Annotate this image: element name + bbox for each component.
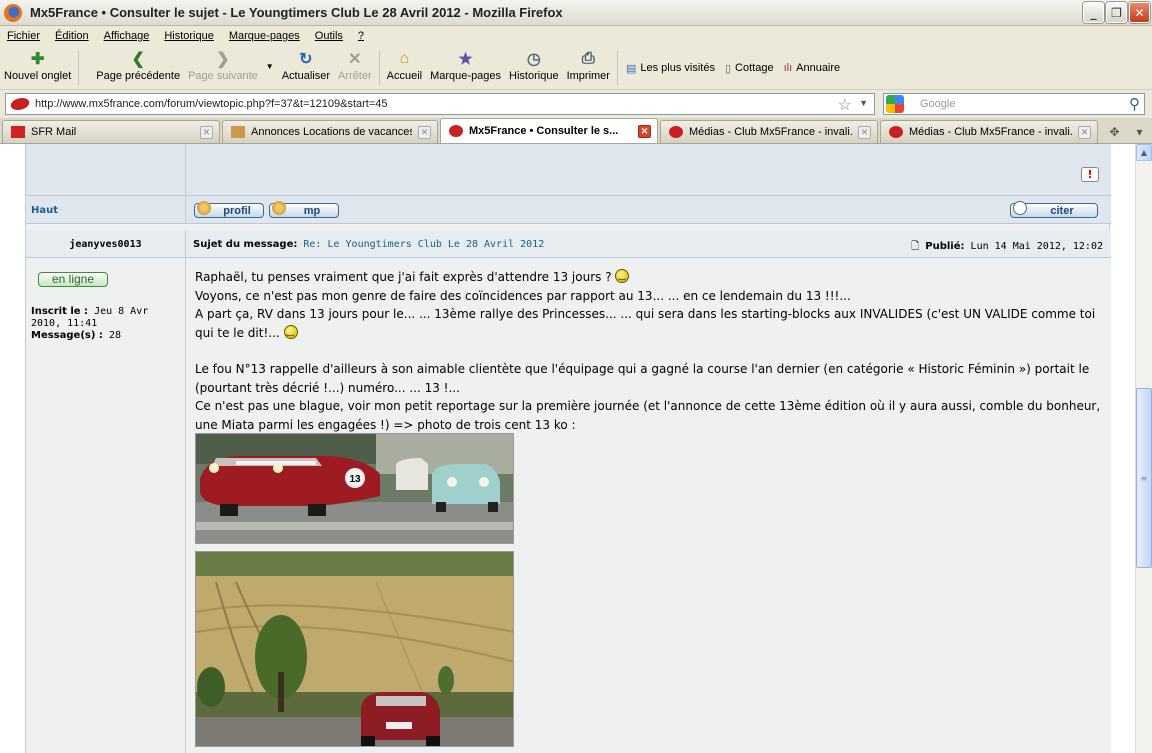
- bookmark-cottage[interactable]: ▯ Cottage: [720, 46, 779, 90]
- bookmark-most-visited[interactable]: ▤ Les plus visités: [621, 46, 720, 90]
- reload-button[interactable]: ↻ Actualiser: [278, 46, 334, 88]
- profile-button[interactable]: profil: [194, 200, 264, 218]
- race-number-label: 13: [349, 474, 361, 485]
- post-header: jeanyves0013 Sujet du message: Re: Le Yo…: [26, 230, 1111, 258]
- tab-list-icon[interactable]: ▾: [1127, 120, 1152, 143]
- quote-button[interactable]: citer: [1010, 200, 1098, 218]
- tab-scroll-icon[interactable]: ✥: [1102, 120, 1127, 143]
- clock-icon: ◷: [526, 51, 541, 68]
- tab-close-icon[interactable]: ✕: [418, 125, 431, 139]
- new-tab-icon: ✚: [30, 51, 45, 68]
- chevron-down-icon: ▼: [265, 62, 274, 71]
- menu-fichier[interactable]: Fichier: [0, 30, 48, 42]
- menu-help[interactable]: ?: [351, 30, 372, 42]
- menu-outils[interactable]: Outils: [308, 30, 351, 42]
- back-arrow-icon: ❮: [131, 51, 145, 68]
- reload-icon: ↻: [299, 51, 313, 68]
- bookmarks-button[interactable]: ★ Marque-pages: [426, 46, 505, 88]
- page-icon: ▯: [724, 62, 732, 75]
- title-bar: Mx5France • Consulter le sujet - Le Youn…: [0, 0, 1152, 26]
- minimize-button[interactable]: _: [1083, 2, 1104, 23]
- post-photo-field-car[interactable]: [195, 551, 514, 747]
- smiley-icon: [615, 267, 630, 286]
- google-icon[interactable]: [886, 95, 904, 113]
- post-date: 🗋 Publié: Lun 14 Mai 2012, 12:02: [911, 241, 1103, 252]
- maximize-button[interactable]: ❐: [1106, 2, 1127, 23]
- online-status-badge: en ligne: [38, 272, 108, 287]
- history-button[interactable]: ◷ Historique: [505, 46, 563, 88]
- tab-bar: SFR Mail ✕ Annonces Locations de vacance…: [0, 118, 1152, 144]
- bookmark-star-icon[interactable]: ☆: [838, 95, 852, 115]
- post-body-row: en ligne Inscrit le : Jeu 8 Avr 2010, 11…: [26, 258, 1111, 753]
- tab-close-icon[interactable]: ✕: [200, 125, 213, 139]
- mx5-icon: [669, 126, 683, 138]
- mx5-icon: [889, 126, 903, 138]
- menu-historique[interactable]: Historique: [157, 30, 222, 42]
- user-info: Inscrit le : Jeu 8 Avr 2010, 11:41 Messa…: [31, 306, 149, 341]
- navigation-toolbar: ✚ Nouvel onglet ❮ Page précédente ❯ Page…: [0, 46, 1152, 90]
- pm-button[interactable]: mp: [269, 200, 339, 218]
- tab-sfr-mail[interactable]: SFR Mail ✕: [2, 120, 220, 143]
- sfr-icon: [11, 126, 25, 138]
- post-photo-rally-cars[interactable]: 13: [195, 433, 514, 544]
- window-title: Mx5France • Consulter le sujet - Le Youn…: [30, 5, 563, 20]
- print-button[interactable]: ⎙ Imprimer: [563, 46, 614, 88]
- mx5-icon: [449, 125, 463, 137]
- post-subject-link[interactable]: Re: Le Youngtimers Club Le 28 Avril 2012: [303, 239, 544, 250]
- home-button[interactable]: ⌂ Accueil: [383, 46, 426, 88]
- search-icon[interactable]: ⚲: [1129, 95, 1140, 113]
- url-text: http://www.mx5france.com/forum/viewtopic…: [35, 98, 388, 110]
- forum-post-table: ! Haut profil mp citer jeanyves0013 Suje…: [25, 144, 1111, 753]
- report-post-icon[interactable]: !: [1081, 167, 1099, 182]
- menu-bar: Fichier Édition Affichage Historique Mar…: [0, 26, 1152, 46]
- address-bar[interactable]: http://www.mx5france.com/forum/viewtopic…: [5, 93, 875, 115]
- menu-edition[interactable]: Édition: [48, 30, 97, 42]
- vertical-scrollbar[interactable]: ▲ ≡: [1135, 144, 1152, 753]
- address-row: http://www.mx5france.com/forum/viewtopic…: [0, 90, 1152, 118]
- printer-icon: ⎙: [581, 50, 595, 67]
- menu-marque-pages[interactable]: Marque-pages: [222, 30, 308, 42]
- tab-medias-2[interactable]: Médias - Club Mx5France - invali... ✕: [880, 120, 1098, 143]
- forward-arrow-icon: ❯: [216, 51, 230, 68]
- close-button[interactable]: ✕: [1129, 2, 1150, 23]
- quote-bubble-icon: [1013, 200, 1027, 215]
- history-dropdown-button[interactable]: ▼: [262, 46, 278, 88]
- home-icon: ⌂: [399, 50, 410, 67]
- user-icon: [197, 200, 211, 215]
- tab-close-icon[interactable]: ✕: [638, 124, 651, 138]
- bookmark-annuaire[interactable]: ılı Annuaire: [779, 46, 846, 90]
- firefox-icon: [4, 3, 22, 22]
- new-tab-button[interactable]: ✚ Nouvel onglet: [0, 46, 75, 88]
- post-subject: Sujet du message: Re: Le Youngtimers Clu…: [193, 239, 545, 250]
- post-link-icon[interactable]: 🗋: [911, 241, 919, 252]
- stop-icon: ✕: [348, 51, 362, 68]
- back-button[interactable]: ❮ Page précédente: [82, 46, 184, 88]
- stop-button[interactable]: ✕ Arrêter: [334, 46, 376, 88]
- annuaire-icon: ılı: [783, 62, 793, 74]
- most-visited-icon: ▤: [625, 62, 637, 75]
- menu-affichage[interactable]: Affichage: [97, 30, 158, 42]
- scrollbar-thumb[interactable]: ≡: [1136, 388, 1152, 568]
- post-body: Raphaël, tu penses vraiment que j'ai fai…: [195, 267, 1105, 434]
- forward-button[interactable]: ❯ Page suivante: [184, 46, 262, 88]
- previous-post-footer: !: [26, 144, 1111, 196]
- smiley-icon: [283, 323, 298, 341]
- users-icon: [272, 200, 286, 215]
- search-box[interactable]: Google ⚲: [883, 93, 1145, 115]
- tab-annonces[interactable]: Annonces Locations de vacances... ✕: [222, 120, 438, 143]
- page-content: ! Haut profil mp citer jeanyves0013 Suje…: [0, 144, 1135, 753]
- tab-close-icon[interactable]: ✕: [858, 125, 871, 139]
- scroll-up-arrow-icon[interactable]: ▲: [1136, 144, 1152, 161]
- search-placeholder: Google: [920, 98, 956, 110]
- box-icon: [231, 126, 245, 138]
- tab-medias-1[interactable]: Médias - Club Mx5France - invali... ✕: [660, 120, 878, 143]
- url-dropdown-icon[interactable]: ▼: [859, 98, 868, 108]
- tab-mx5france[interactable]: Mx5France • Consulter le s... ✕: [440, 118, 658, 143]
- top-link[interactable]: Haut: [31, 205, 58, 216]
- previous-post-actions: Haut profil mp citer: [26, 196, 1111, 224]
- tab-close-icon[interactable]: ✕: [1078, 125, 1091, 139]
- post-author[interactable]: jeanyves0013: [26, 239, 185, 250]
- site-favicon-icon: [8, 98, 32, 110]
- bookmarks-star-icon: ★: [458, 51, 473, 68]
